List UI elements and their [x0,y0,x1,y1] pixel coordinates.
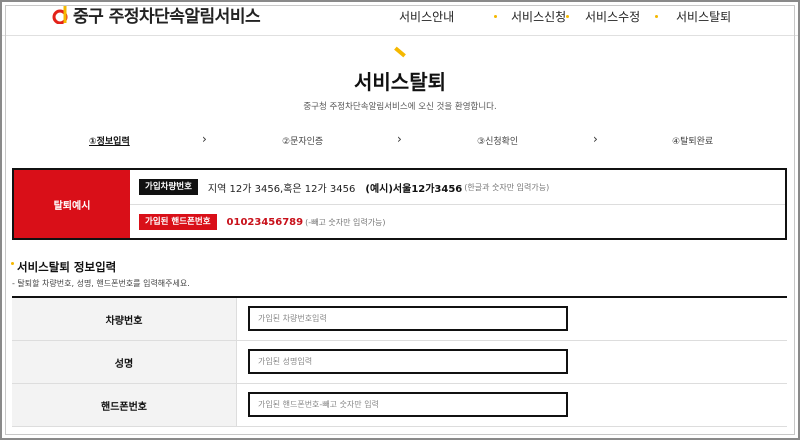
withdraw-example-box: 탈퇴예시 가입차량번호 지역 12가 3456,혹은 12가 3456 (예시)… [12,168,787,240]
site-header: 중구 주정차단속알림서비스 서비스안내 서비스신청 서비스수정 서비스탈퇴 [0,0,800,36]
nav-service-withdraw[interactable]: 서비스탈퇴 [676,8,731,25]
form-row-phone: 핸드폰번호 [12,384,787,427]
step-sms-auth: ②문자인증 [282,137,324,147]
section-title: 서비스탈퇴 정보입력 [17,260,117,274]
main-nav: 서비스안내 서비스신청 서비스수정 서비스탈퇴 [0,8,800,26]
chevron-right-icon: › [202,132,207,146]
nav-service-info[interactable]: 서비스안내 [399,8,454,25]
step-info-input: ①정보입력 [89,137,130,147]
progress-steps: ①정보입력 › ②문자인증 › ③신청확인 › ④탈퇴완료 [0,132,800,148]
plate-note: (한글과 숫자만 입력가능) [464,182,550,192]
nav-service-apply[interactable]: 서비스신청 [511,8,566,25]
plate-label: 차량번호 [12,298,237,340]
withdraw-form: 차량번호 성명 핸드폰번호 [12,296,787,440]
phone-badge: 가입된 핸드폰번호 [139,214,217,230]
example-plate-row: 가입차량번호 지역 12가 3456,혹은 12가 3456 (예시)서울12가… [139,179,549,195]
step-complete: ④탈퇴완료 [672,137,714,147]
page-title: 서비스탈퇴 [354,70,446,94]
nav-dot [655,15,658,18]
phone-label: 핸드폰번호 [12,384,237,426]
nav-dot [494,15,497,18]
name-input[interactable] [248,349,568,374]
example-phone-row: 가입된 핸드폰번호 01023456789 (-빼고 숫자만 입력가능) [139,214,386,230]
step-confirm: ③신청확인 [477,137,519,147]
phone-input[interactable] [248,392,568,417]
nav-service-edit[interactable]: 서비스수정 [585,8,640,25]
plate-input[interactable] [248,306,568,331]
form-row-plate: 차량번호 [12,298,787,341]
divider [130,204,785,205]
plate-example: (예시)서울12가3456 [365,183,463,195]
form-row-name: 성명 [12,341,787,384]
phone-example: 01023456789 [226,216,304,228]
chevron-right-icon: › [397,132,402,146]
phone-note: (-빼고 숫자만 입력가능) [305,217,386,227]
plate-badge: 가입차량번호 [139,179,198,195]
section-dot [11,262,14,265]
section-description: - 탈퇴할 차량번호, 성명, 핸드폰번호를 입력해주세요. [12,279,190,288]
name-label: 성명 [12,341,237,383]
plate-format-text: 지역 12가 3456,혹은 12가 3456 [207,183,356,195]
page-subtitle: 중구청 주정차단속알림서비스에 오신 것을 환영합니다. [303,102,497,112]
chevron-right-icon: › [593,132,598,146]
nav-dot [566,15,569,18]
example-label: 탈퇴예시 [14,170,130,238]
